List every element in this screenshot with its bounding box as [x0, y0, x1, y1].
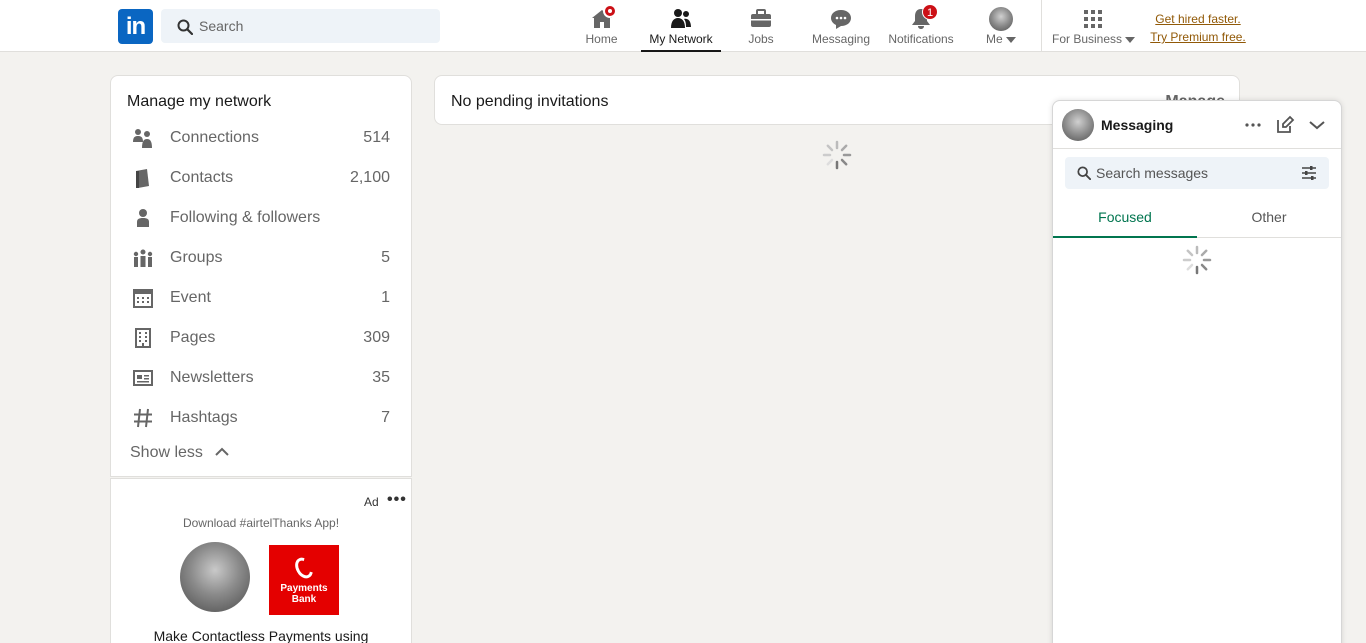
network-row-count: 2,100 — [349, 169, 390, 186]
ad-user-avatar — [180, 542, 250, 612]
nav-home-label: Home — [585, 32, 618, 46]
messaging-header[interactable]: Messaging — [1053, 101, 1341, 149]
groups-icon — [133, 249, 153, 267]
manage-network-card: Manage my network Connections 514 Contac… — [110, 75, 412, 477]
newsletters-icon — [133, 370, 153, 386]
event-icon — [133, 289, 153, 308]
network-row-count: 514 — [363, 129, 390, 146]
airtel-logo-icon — [291, 554, 317, 582]
network-row-label: Contacts — [170, 169, 234, 186]
search-icon — [177, 19, 193, 35]
profile-avatar — [989, 7, 1013, 31]
network-row-connections[interactable]: Connections 514 — [111, 118, 411, 158]
manage-network-title: Manage my network — [127, 93, 272, 110]
network-row-label: Groups — [170, 249, 223, 266]
nav-messaging[interactable]: Messaging — [810, 0, 872, 52]
linkedin-logo[interactable]: in — [118, 9, 153, 44]
network-row-contacts[interactable]: Contacts 2,100 — [111, 158, 411, 198]
nav-notifications-label: Notifications — [888, 32, 954, 46]
ad-brand-line2: Bank — [291, 594, 317, 605]
network-row-label: Following & followers — [170, 209, 321, 226]
network-row-count: 35 — [372, 369, 390, 386]
nav-my-network-label: My Network — [649, 32, 713, 46]
pages-icon — [135, 328, 151, 348]
filter-icon[interactable] — [1301, 166, 1317, 180]
premium-upsell: Get hired faster. Try Premium free. — [1148, 10, 1248, 46]
nav-my-network[interactable]: My Network — [641, 0, 721, 52]
network-row-pages[interactable]: Pages 309 — [111, 318, 411, 358]
messaging-panel: Messaging Focused Other — [1052, 100, 1342, 643]
premium-link-line2[interactable]: Try Premium free. — [1148, 28, 1248, 46]
tab-other[interactable]: Other — [1197, 197, 1341, 238]
network-row-label: Newsletters — [170, 369, 254, 386]
ad-brand-logo[interactable]: Payments Bank — [269, 545, 339, 615]
more-options-icon[interactable] — [1243, 115, 1263, 135]
hashtag-icon — [134, 408, 152, 428]
chevron-down-icon[interactable] — [1307, 115, 1327, 135]
network-row-label: Connections — [170, 129, 259, 146]
network-row-count: 1 — [381, 289, 390, 306]
network-row-label: Event — [170, 289, 211, 306]
network-row-count: 5 — [381, 249, 390, 266]
chevron-up-icon — [215, 447, 229, 456]
messaging-title: Messaging — [1101, 117, 1174, 133]
nav-jobs-label: Jobs — [748, 32, 774, 46]
network-row-count: 309 — [363, 329, 390, 346]
briefcase-icon — [751, 9, 771, 27]
messaging-search-box[interactable] — [1065, 157, 1329, 189]
more-options-icon[interactable]: ••• — [387, 491, 407, 509]
nav-messaging-label: Messaging — [811, 32, 871, 46]
search-input[interactable] — [199, 9, 429, 43]
premium-link-line1[interactable]: Get hired faster. — [1148, 10, 1248, 28]
messaging-search-input[interactable] — [1096, 157, 1296, 189]
contacts-icon — [136, 169, 149, 188]
ad-brand-line1: Payments — [280, 583, 328, 594]
notifications-count-badge: 1 — [922, 4, 938, 20]
show-less-button[interactable]: Show less — [130, 444, 229, 462]
following-icon — [137, 209, 149, 227]
nav-jobs[interactable]: Jobs — [741, 0, 781, 52]
nav-divider — [1041, 0, 1042, 52]
ad-text: Download #airtelThanks App! — [182, 516, 340, 530]
network-row-hashtags[interactable]: Hashtags 7 — [111, 398, 411, 438]
grid-apps-icon — [1084, 10, 1102, 28]
nav-for-business[interactable]: For Business — [1052, 0, 1136, 52]
network-row-event[interactable]: Event 1 — [111, 278, 411, 318]
caret-down-icon — [1125, 36, 1136, 43]
messaging-avatar — [1062, 109, 1094, 141]
top-navigation-bar: in Home My Network Jobs Messaging 1 Noti… — [0, 0, 1366, 52]
search-icon — [1077, 166, 1091, 180]
network-row-count: 7 — [381, 409, 390, 426]
tab-focused[interactable]: Focused — [1053, 197, 1197, 238]
messaging-tabs: Focused Other — [1053, 197, 1341, 238]
messaging-icon — [831, 10, 851, 29]
nav-me[interactable]: Me — [978, 0, 1024, 52]
my-network-icon — [671, 9, 691, 28]
network-row-newsletters[interactable]: Newsletters 35 — [111, 358, 411, 398]
nav-home[interactable]: Home — [581, 0, 622, 52]
caret-down-icon — [1006, 36, 1016, 43]
loading-spinner-icon — [822, 140, 852, 170]
connections-icon — [133, 129, 152, 148]
network-row-groups[interactable]: Groups 5 — [111, 238, 411, 278]
ad-label: Ad — [364, 495, 379, 509]
nav-me-label: Me — [978, 32, 1024, 46]
nav-notifications[interactable]: 1 Notifications — [885, 0, 957, 52]
network-row-following[interactable]: Following & followers — [111, 198, 411, 238]
nav-for-business-label: For Business — [1052, 32, 1136, 46]
ad-headline: Make Contactless Payments using — [153, 628, 369, 643]
global-search-box[interactable] — [161, 9, 440, 43]
home-activity-dot — [603, 4, 617, 18]
network-row-label: Pages — [170, 329, 216, 346]
ad-card: Ad ••• Download #airtelThanks App! Payme… — [110, 478, 412, 643]
loading-spinner-icon — [1182, 245, 1212, 275]
compose-icon[interactable] — [1275, 115, 1295, 135]
invitations-text: No pending invitations — [451, 93, 609, 110]
network-row-label: Hashtags — [170, 409, 238, 426]
